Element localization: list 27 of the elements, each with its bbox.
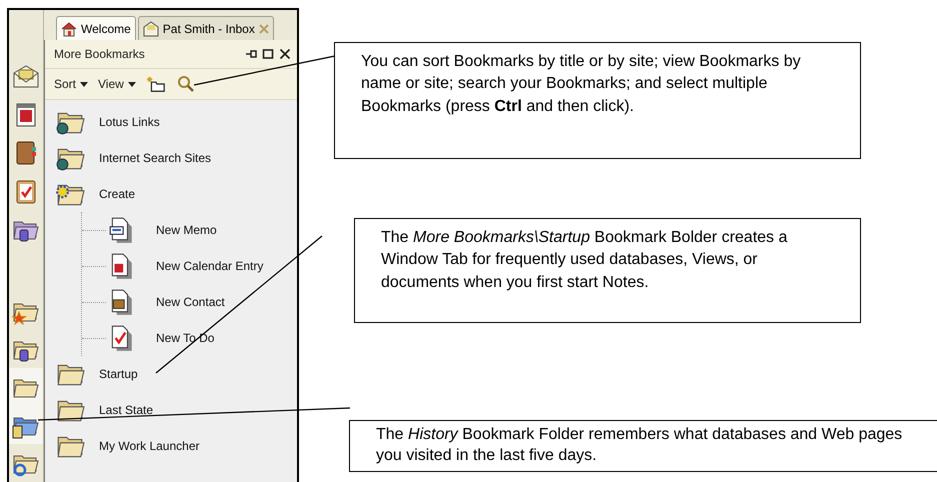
panel-title: More Bookmarks [54, 47, 145, 61]
bookmark-item[interactable]: New To Do [82, 320, 297, 356]
bookmark-item[interactable]: New Calendar Entry [82, 248, 297, 284]
maximize-icon[interactable] [262, 48, 274, 60]
caret-icon [80, 82, 88, 86]
bookmark-item[interactable]: Lotus Links [55, 104, 297, 140]
bookmark-item[interactable]: Last State [55, 392, 297, 428]
bookmark-item[interactable]: New Contact [82, 284, 297, 320]
window-tab[interactable]: Welcome [56, 16, 136, 40]
envelope-icon [142, 20, 159, 36]
callout-note: You can sort Bookmarks by title or by site; view Bookmarks by name or site; search your Bookmarks; and select multiple Bookmarks (press Ctrl and then click). [334, 42, 861, 159]
bookmark-item[interactable]: My Work Launcher [55, 428, 297, 464]
toolbar-menu[interactable]: Sort [54, 77, 88, 91]
callout-note: The More Bookmarks\Startup Bookmark Bolder creates a Window Tab for frequently used databases, Views, or documents when you first start Notes. [354, 218, 861, 323]
bookmark-item[interactable]: Create [55, 176, 297, 212]
close-icon[interactable] [279, 48, 291, 60]
bookmark-item[interactable]: Internet Search Sites [55, 140, 297, 176]
search-icon[interactable] [176, 75, 196, 93]
new-folder-icon[interactable] [146, 75, 166, 93]
window-tab[interactable]: Pat Smith - Inbox [138, 16, 274, 40]
caret-icon [128, 82, 136, 86]
pin-icon[interactable] [245, 48, 257, 60]
callout-note: The History Bookmark Folder remembers what databases and Web pages you visited in the last five days. [349, 420, 937, 472]
house-icon [61, 20, 77, 36]
bookmark-item[interactable]: Startup [55, 356, 297, 392]
toolbar-menu[interactable]: View [98, 77, 136, 91]
bookmark-item[interactable]: New Memo [82, 212, 297, 248]
